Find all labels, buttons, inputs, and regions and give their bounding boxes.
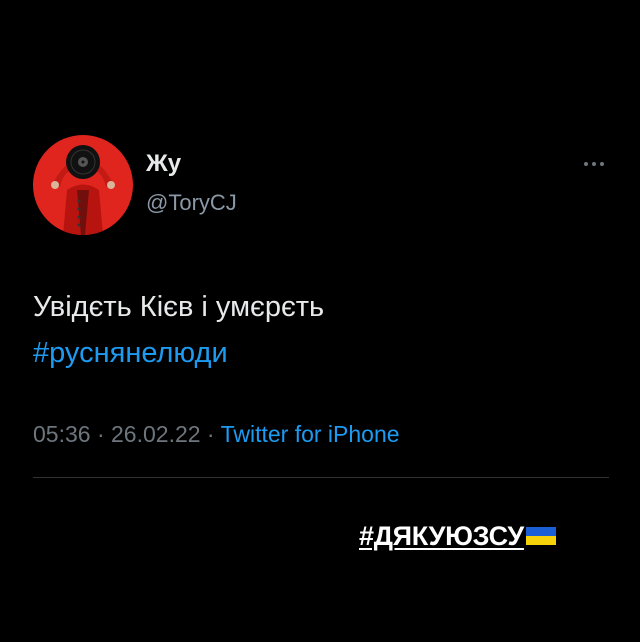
tweet-text-line: Увідєть Кієв і умєрєть <box>33 291 325 323</box>
profile-avatar[interactable] <box>33 135 133 235</box>
ukraine-flag-icon <box>525 525 556 547</box>
tweet-source-link[interactable]: Twitter for iPhone <box>221 421 400 447</box>
avatar-image <box>33 135 133 235</box>
meta-separator: · <box>90 421 112 447</box>
divider <box>33 477 609 478</box>
tweet-date[interactable]: 26.02.22 <box>111 421 201 447</box>
meta-separator: · <box>200 421 221 447</box>
more-horizontal-icon[interactable] <box>582 158 606 170</box>
tweet-time[interactable]: 05:36 <box>33 421 91 447</box>
tweet-body: Увідєть Кієв і умєрєть #руснянелюди <box>33 284 324 376</box>
story-hashtag-text: #ДЯКУЮЗСУ <box>359 520 524 551</box>
author-handle[interactable]: @ToryCJ <box>146 192 237 214</box>
tweet-hashtag-link[interactable]: #руснянелюди <box>33 330 324 376</box>
story-hashtag-sticker[interactable]: #ДЯКУЮЗСУ <box>359 521 556 551</box>
tweet-meta: 05:36 · 26.02.22 · Twitter for iPhone <box>33 423 400 446</box>
author-name[interactable]: Жу <box>146 152 181 176</box>
